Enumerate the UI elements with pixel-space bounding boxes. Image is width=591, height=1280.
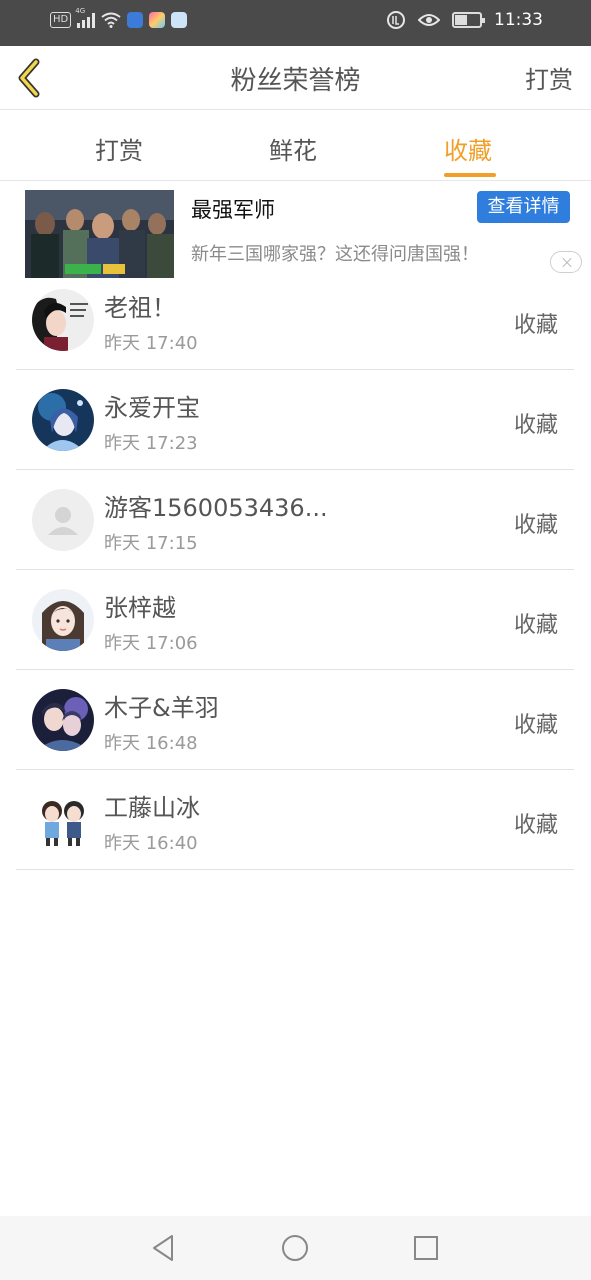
avatar xyxy=(32,389,94,451)
user-name: 永爱开宝 xyxy=(104,394,200,422)
network-type: 4G xyxy=(75,7,86,15)
data-saver-icon xyxy=(387,11,405,29)
avatar xyxy=(32,489,94,551)
tab-bar: 打赏 鲜花 收藏 xyxy=(0,111,591,181)
action-label: 收藏 xyxy=(513,713,558,738)
ad-image xyxy=(25,190,174,278)
nav-bar: 粉丝荣誉榜 打赏 xyxy=(0,46,591,110)
status-right-icons: 11:33 xyxy=(386,10,543,30)
user-name: 工藤山冰 xyxy=(104,794,200,822)
action-label: 收藏 xyxy=(513,413,558,438)
battery-icon xyxy=(452,12,485,28)
photo-app-icon xyxy=(149,12,166,28)
list-item[interactable]: 永爱开宝 昨天 17:23 收藏 xyxy=(16,370,574,470)
timestamp: 昨天 16:48 xyxy=(104,733,198,754)
avatar xyxy=(32,289,94,351)
ad-title: 最强军师 xyxy=(191,198,275,222)
list-item[interactable]: 游客1560053436... 昨天 17:15 收藏 xyxy=(16,470,574,570)
timestamp: 昨天 17:06 xyxy=(104,633,198,654)
active-tab-indicator xyxy=(444,173,496,177)
list-item[interactable]: 工藤山冰 昨天 16:40 收藏 xyxy=(16,770,574,870)
user-name: 游客1560053436... xyxy=(104,494,328,522)
list-item[interactable]: 老祖！ 昨天 17:40 收藏 xyxy=(16,270,574,370)
list-item[interactable]: 木子&羊羽 昨天 16:48 收藏 xyxy=(16,670,574,770)
tab-flowers[interactable]: 鲜花 xyxy=(269,131,317,166)
baidu-app-icon xyxy=(127,12,144,28)
action-label: 收藏 xyxy=(513,613,558,638)
nav-home-icon[interactable] xyxy=(279,1232,311,1264)
avatar xyxy=(32,789,94,851)
ad-banner[interactable]: 最强军师 查看详情 新年三国哪家强？这还得问唐国强！ xyxy=(0,182,591,282)
wifi-icon xyxy=(101,12,121,28)
page-title: 粉丝荣誉榜 xyxy=(230,66,361,96)
fan-list: 老祖！ 昨天 17:40 收藏 永爱开宝 昨天 17:23 收藏 游客15600… xyxy=(16,270,574,870)
timestamp: 昨天 16:40 xyxy=(104,833,198,854)
cellular-signal-icon: 4G xyxy=(75,7,96,28)
system-nav-bar xyxy=(0,1216,591,1280)
status-bar: HD 4G 11:33 xyxy=(0,0,591,46)
action-label: 收藏 xyxy=(513,313,558,338)
action-label: 收藏 xyxy=(513,513,558,538)
hd-indicator: HD xyxy=(50,12,72,28)
user-name: 张梓越 xyxy=(104,594,176,622)
nav-recents-icon[interactable] xyxy=(410,1232,442,1264)
user-name: 老祖！ xyxy=(104,294,176,322)
ad-description: 新年三国哪家强？这还得问唐国强！ xyxy=(191,244,479,265)
tab-tip[interactable]: 打赏 xyxy=(95,131,143,166)
cloud-app-icon xyxy=(171,12,188,28)
list-item[interactable]: 张梓越 昨天 17:06 收藏 xyxy=(16,570,574,670)
action-label: 收藏 xyxy=(513,813,558,838)
ad-details-button[interactable]: 查看详情 xyxy=(477,191,570,223)
tip-button[interactable]: 打赏 xyxy=(525,60,573,95)
tab-favorites[interactable]: 收藏 xyxy=(444,131,492,166)
avatar xyxy=(32,689,94,751)
user-name: 木子&羊羽 xyxy=(104,694,219,722)
clock: 11:33 xyxy=(494,10,543,30)
avatar xyxy=(32,589,94,651)
default-user-icon xyxy=(32,489,94,551)
timestamp: 昨天 17:15 xyxy=(104,533,198,554)
status-left-icons: HD 4G xyxy=(50,7,188,28)
timestamp: 昨天 17:40 xyxy=(104,333,198,354)
eye-comfort-icon xyxy=(418,14,440,26)
nav-back-icon[interactable] xyxy=(148,1232,180,1264)
timestamp: 昨天 17:23 xyxy=(104,433,198,454)
